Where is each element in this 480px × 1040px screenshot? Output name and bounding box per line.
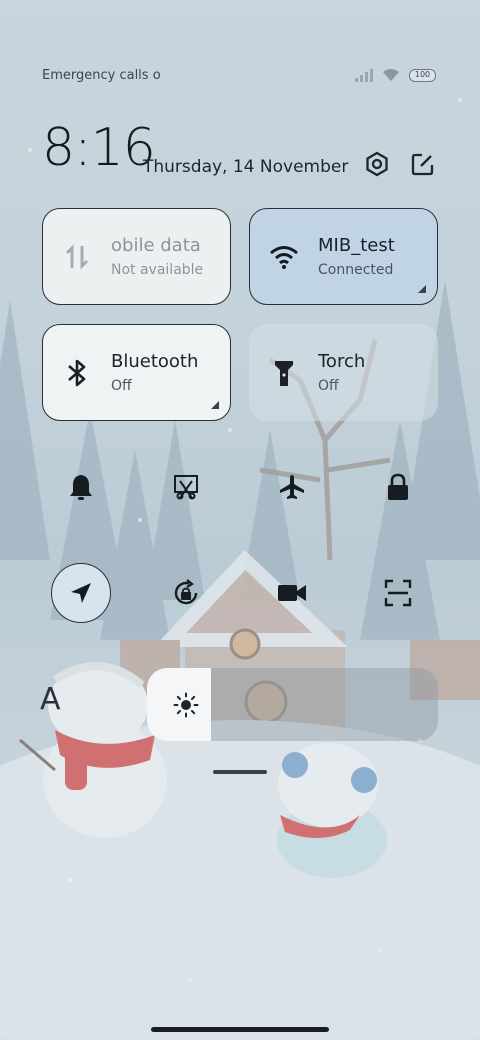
status-icons: 100 [355,68,436,82]
mobile-data-icon [65,243,89,270]
status-carrier-text: Emergency calls o [42,68,161,83]
battery-icon: 100 [409,68,436,82]
video-camera-icon [278,585,306,601]
toggle-rotation-lock[interactable] [156,563,216,623]
settings-icon[interactable] [364,151,390,177]
toggle-silent[interactable] [51,457,111,517]
clock-time: 8:16 [42,118,156,178]
rotation-lock-icon [174,579,198,605]
location-icon [71,583,91,603]
toggle-scanner[interactable] [368,563,428,623]
wifi-icon [270,245,298,269]
toggle-airplane[interactable] [262,457,322,517]
lock-icon [388,473,408,500]
wifi-icon [383,69,399,81]
expand-corner-icon[interactable] [211,401,219,409]
tile-wifi[interactable]: MIB_test Connected [249,208,438,305]
panel-drag-handle[interactable] [213,770,267,774]
edit-icon[interactable] [410,151,436,177]
tile-mobile-data[interactable]: obile data Not available [42,208,231,305]
signal-icon [355,68,373,82]
airplane-icon [280,475,304,499]
toggle-lock[interactable] [368,457,428,517]
home-gesture-bar[interactable] [151,1027,329,1032]
toggle-screenshot[interactable] [156,457,216,517]
sun-icon [173,692,199,718]
screenshot-icon [174,475,198,500]
tile-mobile-data-title: obile data [111,235,201,256]
torch-icon [275,360,293,386]
clock-date: Thursday, 14 November [143,157,349,177]
toggle-screen-record[interactable] [262,563,322,623]
tile-wifi-status: Connected [318,262,394,278]
tile-torch-status: Off [318,378,339,394]
bell-icon [70,475,92,500]
tile-torch[interactable]: Torch Off [249,324,438,421]
tile-bluetooth-status: Off [111,378,132,394]
scan-icon [384,579,412,607]
tile-bluetooth-title: Bluetooth [111,351,199,372]
bluetooth-icon [68,359,86,386]
tile-mobile-data-status: Not available [111,262,204,278]
toggle-location[interactable] [51,563,111,623]
font-size-button[interactable]: A [40,682,61,717]
tile-bluetooth[interactable]: Bluetooth Off [42,324,231,421]
tile-wifi-title: MIB_test [318,235,395,256]
expand-corner-icon[interactable] [418,285,426,293]
tile-torch-title: Torch [318,351,366,372]
brightness-slider[interactable] [147,668,438,741]
